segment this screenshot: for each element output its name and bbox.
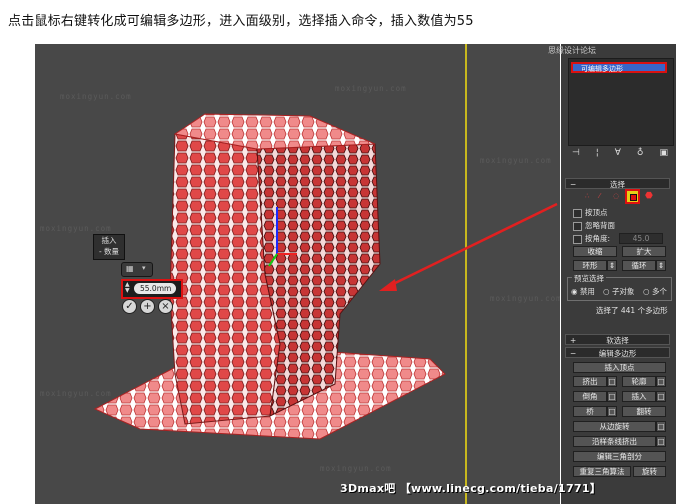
check-icon: ✓ bbox=[125, 301, 134, 312]
inset-button[interactable]: 插入 bbox=[622, 391, 656, 402]
ok-button[interactable]: ✓ bbox=[122, 299, 137, 314]
radio-subobject[interactable]: ○ 子对象 bbox=[603, 287, 634, 296]
collapse-icon: − bbox=[570, 349, 577, 358]
bevel-button[interactable]: 倒角 bbox=[573, 391, 607, 402]
ignore-backface-checkbox[interactable] bbox=[573, 222, 582, 231]
bridge-settings-button[interactable]: □ bbox=[607, 406, 617, 417]
radio-subobject-label: 子对象 bbox=[611, 287, 635, 296]
footer-watermark: 3Dmax吧 【www.linecg.com/tieba/1771】 bbox=[340, 482, 602, 495]
grow-button[interactable]: 扩大 bbox=[622, 246, 666, 257]
turn-button[interactable]: 旋转 bbox=[633, 466, 666, 477]
settings-icon: □ bbox=[657, 422, 665, 431]
radio-disable-label: 禁用 bbox=[579, 287, 595, 296]
soft-selection-rollout-header[interactable]: + 软选择 bbox=[565, 334, 670, 345]
by-vertex-checkbox[interactable] bbox=[573, 209, 582, 218]
show-end-icon[interactable]: ¦ bbox=[596, 148, 599, 160]
loop-button[interactable]: 循环 bbox=[622, 260, 656, 271]
make-unique-icon[interactable]: ∀ bbox=[615, 148, 621, 160]
extrude-button[interactable]: 挤出 bbox=[573, 376, 607, 387]
instruction-caption: 点击鼠标右键转化成可编辑多边形，进入面级别，选择插入命令，插入数值为55 bbox=[8, 14, 474, 29]
retriangulate-button[interactable]: 重复三角算法 bbox=[573, 466, 631, 477]
grid-icon: ▦ bbox=[126, 264, 134, 273]
loop-spinner[interactable]: ⇕ bbox=[656, 260, 666, 271]
bevel-settings-button[interactable]: □ bbox=[607, 391, 617, 402]
flip-button[interactable]: 翻转 bbox=[622, 406, 666, 417]
ring-button[interactable]: 环形 bbox=[573, 260, 607, 271]
remove-modifier-icon[interactable]: ♁ bbox=[637, 148, 644, 160]
edit-triangulation-button[interactable]: 编辑三角剖分 bbox=[573, 451, 666, 462]
stack-item-editable-poly[interactable]: 可编辑多边形 bbox=[571, 62, 667, 73]
caddy-title-line1: 插入 bbox=[101, 236, 117, 245]
hinge-settings-button[interactable]: □ bbox=[656, 421, 666, 432]
mesh-model[interactable] bbox=[35, 44, 560, 504]
spinner-icon: ⇕ bbox=[657, 261, 665, 270]
radio-icon: ○ bbox=[603, 287, 610, 296]
configure-icon[interactable]: ▣ bbox=[659, 148, 668, 160]
inset-amount-spinner[interactable]: ▲ ▼ 55.0mm bbox=[121, 279, 183, 299]
modifier-stack[interactable]: 可编辑多边形 bbox=[568, 58, 674, 146]
bridge-button[interactable]: 桥 bbox=[573, 406, 607, 417]
settings-icon: □ bbox=[657, 437, 665, 446]
subobject-icons: ∴ ⁄ ◌ ⬣ bbox=[585, 189, 655, 205]
ring-spinner[interactable]: ⇕ bbox=[607, 260, 617, 271]
rollout-title: 编辑多边形 bbox=[598, 349, 637, 358]
settings-icon: □ bbox=[657, 377, 665, 386]
settings-icon: □ bbox=[657, 392, 665, 401]
extrude-along-spline-button[interactable]: 沿样条线挤出 bbox=[573, 436, 656, 447]
edge-mode-icon[interactable]: ⁄ bbox=[599, 192, 600, 200]
by-vertex-label: 按顶点 bbox=[585, 208, 608, 217]
plus-icon: + bbox=[143, 301, 152, 312]
settings-icon: □ bbox=[608, 377, 616, 386]
radio-selected-icon: ◉ bbox=[571, 287, 578, 296]
settings-icon: □ bbox=[608, 392, 616, 401]
edit-polygons-rollout-header[interactable]: − 编辑多边形 bbox=[565, 347, 670, 358]
by-angle-checkbox[interactable] bbox=[573, 235, 582, 244]
rollout-title: 选择 bbox=[610, 180, 625, 189]
stack-toolbar: ⊣ ¦ ∀ ♁ ▣ bbox=[572, 148, 668, 160]
shrink-button[interactable]: 收缩 bbox=[573, 246, 617, 257]
radio-disable[interactable]: ◉ 禁用 bbox=[571, 287, 595, 296]
inset-settings-button[interactable]: □ bbox=[656, 391, 666, 402]
insert-vertex-button[interactable]: 插入顶点 bbox=[573, 362, 666, 373]
pin-stack-icon[interactable]: ⊣ bbox=[572, 148, 580, 160]
radio-multi-label: 多个 bbox=[651, 287, 667, 296]
extrude-spline-settings-button[interactable]: □ bbox=[656, 436, 666, 447]
radio-multi[interactable]: ○ 多个 bbox=[643, 287, 667, 296]
polygon-mode-icon[interactable] bbox=[625, 189, 640, 204]
caddy-title-line2: - 数量 bbox=[98, 247, 120, 256]
perspective-viewport[interactable]: moxingyun.com moxingyun.com moxingyun.co… bbox=[35, 44, 560, 504]
chevron-down-icon: ▾ bbox=[142, 264, 146, 272]
radio-icon: ○ bbox=[643, 287, 650, 296]
hinge-from-edge-button[interactable]: 从边旋转 bbox=[573, 421, 656, 432]
inset-type-dropdown[interactable]: ▦ ▾ bbox=[121, 262, 153, 277]
by-angle-label: 按角度: bbox=[585, 234, 611, 243]
rollout-title: 软选择 bbox=[606, 336, 629, 345]
outline-button[interactable]: 轮廓 bbox=[622, 376, 656, 387]
selection-rollout-header[interactable]: − 选择 bbox=[565, 178, 670, 189]
collapse-icon: − bbox=[570, 180, 577, 189]
inset-caddy-title: 插入 - 数量 bbox=[93, 234, 125, 260]
spinner-arrows-icon[interactable]: ▲ ▼ bbox=[125, 282, 130, 294]
border-mode-icon[interactable]: ◌ bbox=[613, 192, 619, 200]
ignore-backface-label: 忽略背面 bbox=[585, 221, 615, 230]
close-icon: × bbox=[161, 301, 170, 312]
forum-banner: 思缘设计论坛 bbox=[548, 46, 596, 55]
element-mode-icon[interactable]: ⬣ bbox=[645, 191, 653, 201]
expand-icon: + bbox=[570, 336, 577, 345]
settings-icon: □ bbox=[608, 407, 616, 416]
preview-selection-label: 预览选择 bbox=[572, 274, 606, 283]
stack-item-label: 可编辑多边形 bbox=[581, 65, 623, 73]
spinner-icon: ⇕ bbox=[608, 261, 616, 270]
angle-field[interactable]: 45.0 bbox=[619, 233, 663, 244]
cancel-button[interactable]: × bbox=[158, 299, 173, 314]
outline-settings-button[interactable]: □ bbox=[656, 376, 666, 387]
extrude-settings-button[interactable]: □ bbox=[607, 376, 617, 387]
vertex-mode-icon[interactable]: ∴ bbox=[585, 192, 589, 200]
polygon-square bbox=[630, 194, 637, 201]
inset-amount-field[interactable]: 55.0mm bbox=[134, 283, 176, 294]
apply-button[interactable]: + bbox=[140, 299, 155, 314]
selection-status: 选择了 441 个多边形 bbox=[596, 306, 668, 315]
